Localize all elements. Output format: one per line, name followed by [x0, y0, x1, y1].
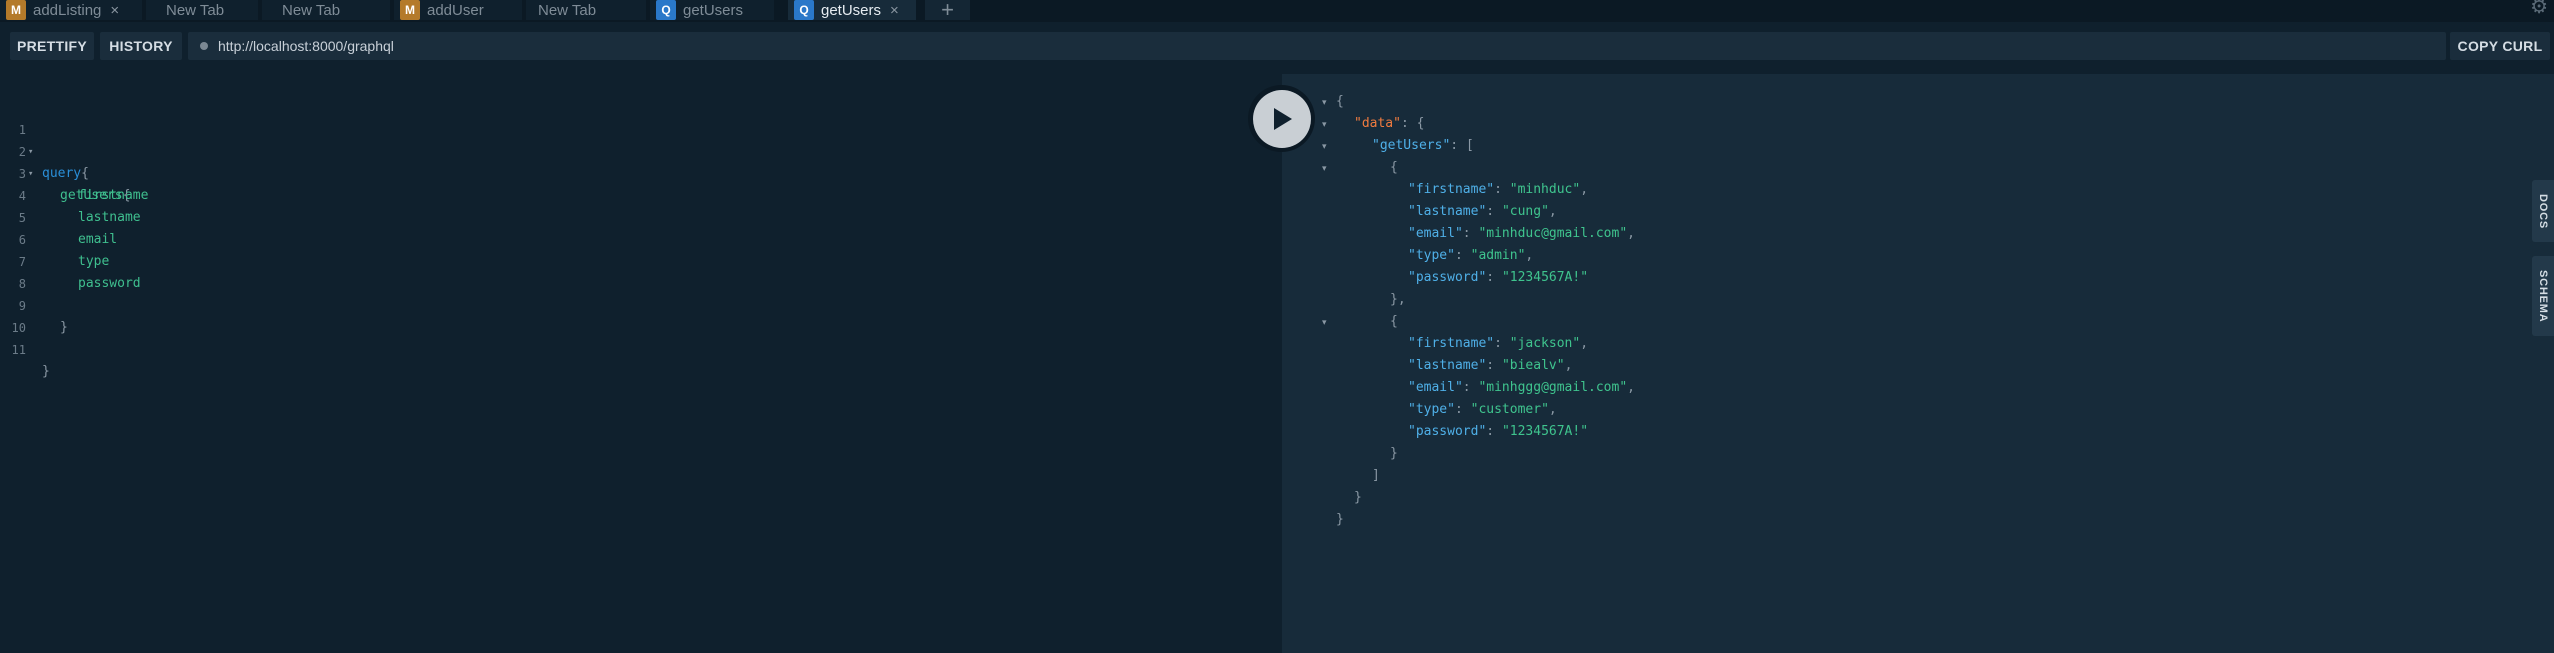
mutation-badge: M — [400, 0, 420, 20]
run-query-button[interactable] — [1248, 85, 1315, 152]
tab-getusers[interactable]: Q getUsers — [650, 0, 774, 20]
run-button-face[interactable] — [1252, 89, 1311, 148]
tab-new-tab-2[interactable]: New Tab — [262, 0, 390, 20]
tab-label: getUsers — [683, 1, 744, 19]
editor-line: 3 firstname — [0, 141, 400, 203]
json-value: "minhduc@gmail.com" — [1478, 226, 1628, 241]
json-line-getusers: "getUsers": [ — [1372, 138, 1474, 153]
editor-line: 11 } — [0, 317, 400, 379]
json-line: "firstname": "minhduc", — [1408, 182, 1589, 197]
json-value: "minhggg@gmail.com" — [1478, 380, 1628, 395]
json-value: "biealv" — [1501, 358, 1565, 373]
editor-line: 9 } — [0, 273, 400, 335]
schema-tab-label: SCHEMA — [2537, 269, 2549, 323]
play-icon — [1273, 107, 1292, 130]
json-line: "type": "customer", — [1408, 402, 1557, 417]
json-value: "jackson" — [1509, 336, 1581, 351]
editor-line: 4 lastname — [0, 163, 400, 225]
query-badge: Q — [656, 0, 676, 20]
plus-icon[interactable]: + — [925, 0, 970, 22]
tab-label: New Tab — [538, 1, 597, 19]
json-value: "cung" — [1501, 204, 1549, 219]
json-value: "1234567A!" — [1501, 424, 1589, 439]
fold-arrow-icon[interactable]: ▾ — [1322, 91, 1327, 113]
close-brace: } — [42, 364, 50, 379]
tab-label: addListing — [33, 1, 102, 19]
editor-line: 7 password — [0, 229, 400, 291]
json-object-open: { — [1390, 314, 1398, 329]
tab-adduser[interactable]: M addUser — [394, 0, 522, 20]
tab-new-tab-1[interactable]: New Tab — [146, 0, 258, 20]
json-line: "email": "minhggg@gmail.com", — [1408, 380, 1635, 395]
json-line: "email": "minhduc@gmail.com", — [1408, 226, 1635, 241]
prettify-button[interactable]: PRETTIFY — [10, 32, 94, 60]
endpoint-url-bar — [188, 32, 2446, 60]
result-viewer: ▾ { ▾ "data": { ▾ "getUsers": [ ▾ { "fir… — [1282, 74, 2554, 653]
editor-line: 10 — [0, 295, 400, 335]
json-key-getusers: "getUsers" — [1372, 138, 1451, 153]
tab-addlisting[interactable]: M addListing × — [0, 0, 142, 20]
tab-label: getUsers — [821, 1, 882, 19]
json-value: "customer" — [1470, 402, 1549, 417]
toolbar: PRETTIFY HISTORY COPY CURL — [0, 22, 2554, 74]
docs-tab-label: DOCS — [2537, 193, 2549, 229]
json-value: "minhduc" — [1509, 182, 1581, 197]
schema-tab[interactable]: SCHEMA — [2532, 256, 2554, 336]
mutation-badge: M — [6, 0, 26, 20]
tab-bar: M addListing × New Tab New Tab M addUser… — [0, 0, 2554, 22]
json-object-open: { — [1390, 160, 1398, 175]
editor-line: 2 ▾ getUsers{ — [0, 119, 400, 203]
tab-getusers-active[interactable]: Q getUsers × — [788, 0, 916, 20]
json-line: "type": "admin", — [1408, 248, 1534, 263]
query-badge: Q — [794, 0, 814, 20]
fold-arrow-icon[interactable]: ▾ — [1322, 311, 1327, 333]
json-line: "password": "1234567A!" — [1408, 424, 1589, 439]
gear-icon[interactable]: ⚙ — [2530, 0, 2548, 19]
query-editor[interactable]: 1 ▾ query{ 2 ▾ getUsers{ 3 firstname 4 l… — [0, 74, 1282, 653]
fold-arrow-icon[interactable]: ▾ — [1322, 113, 1327, 135]
editor-line: 5 email — [0, 185, 400, 247]
editor-line: 6 type — [0, 207, 400, 269]
copy-curl-button[interactable]: COPY CURL — [2450, 32, 2550, 60]
json-line-data: "data": { — [1354, 116, 1425, 131]
json-value: "1234567A!" — [1501, 270, 1589, 285]
json-line: "firstname": "jackson", — [1408, 336, 1589, 351]
fold-arrow-icon[interactable]: ▾ — [1322, 157, 1327, 179]
status-dot-icon — [200, 42, 208, 50]
tab-label: New Tab — [282, 1, 341, 19]
history-button[interactable]: HISTORY — [100, 32, 182, 60]
fold-arrow-icon[interactable]: ▾ — [1322, 135, 1327, 157]
json-close-brace: } — [1336, 512, 1344, 527]
json-line: "password": "1234567A!" — [1408, 270, 1589, 285]
json-object-close: }, — [1390, 292, 1406, 307]
json-line: "lastname": "biealv", — [1408, 358, 1573, 373]
tab-label: New Tab — [166, 1, 225, 19]
close-icon[interactable]: × — [890, 2, 899, 19]
tab-new-tab-3[interactable]: New Tab — [526, 0, 646, 20]
json-value: "admin" — [1470, 248, 1526, 263]
editor-line: 1 ▾ query{ — [0, 97, 400, 181]
tab-label: addUser — [427, 1, 484, 19]
json-line: "lastname": "cung", — [1408, 204, 1557, 219]
json-open-brace: { — [1336, 94, 1344, 109]
line-number: 11 — [11, 343, 26, 357]
close-icon[interactable]: × — [110, 2, 119, 19]
json-key-data: "data" — [1354, 116, 1401, 131]
endpoint-url-input[interactable] — [218, 38, 2418, 54]
docs-tab[interactable]: DOCS — [2532, 180, 2554, 242]
json-object-close: } — [1390, 446, 1398, 461]
editor-line: 8 — [0, 251, 400, 291]
json-array-close: ] — [1372, 468, 1380, 483]
json-close-brace: } — [1354, 490, 1362, 505]
